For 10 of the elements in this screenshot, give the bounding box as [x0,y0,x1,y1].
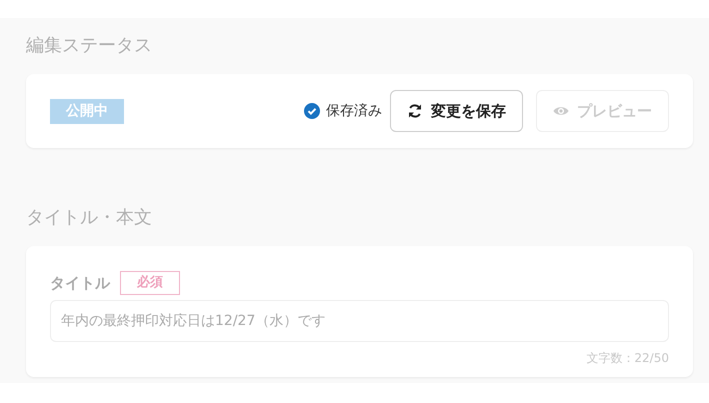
status-badge: 公開中 [50,98,124,124]
eye-icon [553,105,569,117]
title-field[interactable]: 年内の最終押印対応日は12/27（水）です [50,300,669,342]
saved-status: 保存済み [326,102,382,120]
field-label: タイトル [50,274,110,292]
required-badge: 必須 [120,271,180,295]
refresh-icon [407,103,423,119]
section-heading: タイトル・本文 [26,208,152,228]
save-button[interactable]: 変更を保存 [390,90,523,132]
section-heading: 編集ステータス [26,36,152,56]
